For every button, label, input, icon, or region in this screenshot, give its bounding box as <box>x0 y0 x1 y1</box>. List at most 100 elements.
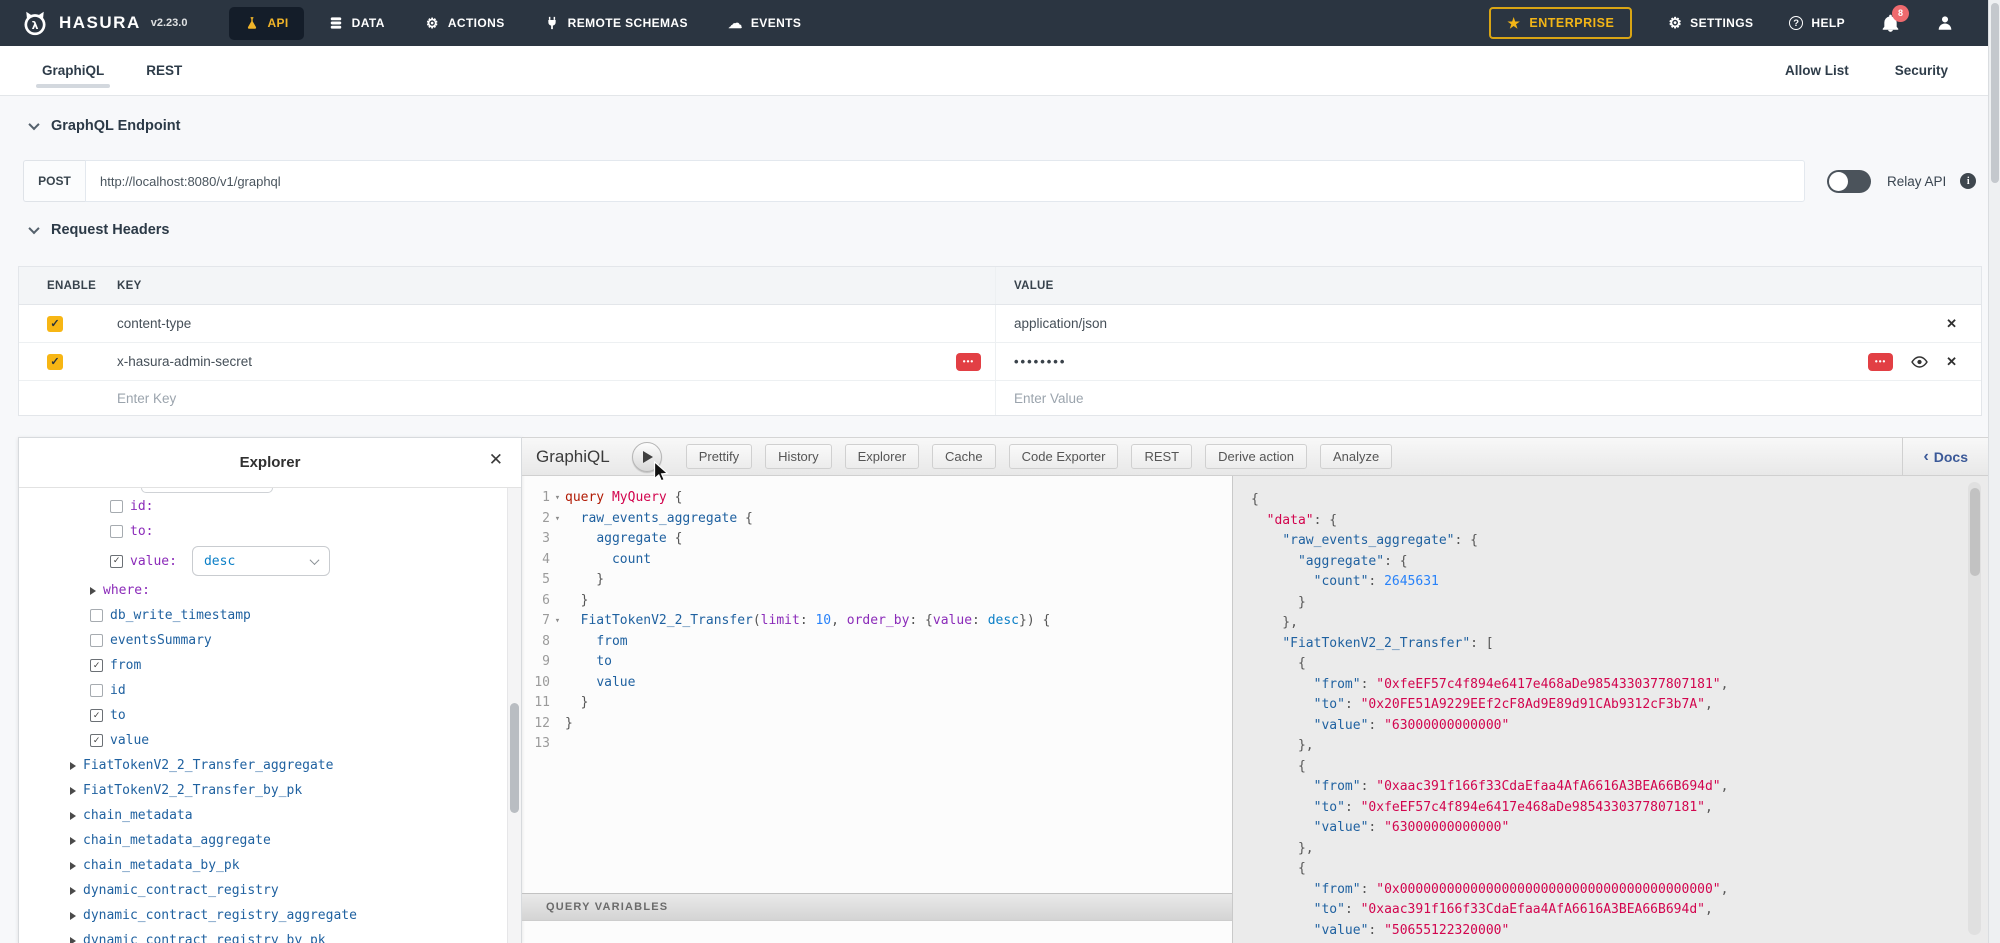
nav-item-events[interactable]: ☁EVENTS <box>713 7 816 40</box>
tab-rest[interactable]: REST <box>144 48 184 93</box>
field-checkbox[interactable] <box>110 525 123 538</box>
analyze-button[interactable]: Analyze <box>1320 444 1392 469</box>
explorer-item-label[interactable]: to: <box>130 524 153 539</box>
field-checkbox[interactable]: ✓ <box>90 734 103 747</box>
explorer-button[interactable]: Explorer <box>845 444 919 469</box>
notifications-button[interactable]: 8 <box>1881 14 1900 33</box>
password-manager-icon[interactable]: ••• <box>1868 353 1893 371</box>
explorer-scrollbar[interactable] <box>507 488 521 943</box>
expand-arrow-icon[interactable] <box>70 937 76 943</box>
explorer-item-label[interactable]: to <box>110 708 126 723</box>
explorer-item-label[interactable]: id <box>110 683 126 698</box>
enum-select[interactable]: desc <box>192 546 330 576</box>
link-security[interactable]: Security <box>1895 63 1948 78</box>
expand-arrow-icon[interactable] <box>70 862 76 870</box>
header-value[interactable]: application/json <box>1014 316 1107 331</box>
scrollbar-thumb[interactable] <box>1991 3 1999 183</box>
new-header-key-input[interactable]: Enter Key <box>117 391 176 406</box>
explorer-item-label[interactable]: FiatTokenV2_2_Transfer_by_pk <box>83 783 302 798</box>
fold-marker-icon[interactable]: ▾ <box>550 611 565 632</box>
explorer-item-label[interactable]: where: <box>103 583 150 598</box>
fold-marker-icon[interactable] <box>550 529 565 550</box>
relay-api-toggle[interactable] <box>1827 170 1871 193</box>
explorer-item-label[interactable]: db_write_timestamp <box>110 608 251 623</box>
explorer-item-label[interactable]: dynamic_contract_registry_by_pk <box>83 933 326 943</box>
explorer-item-label[interactable]: dynamic_contract_registry_aggregate <box>83 908 357 923</box>
password-manager-icon[interactable]: ••• <box>956 353 981 371</box>
scrollbar-thumb[interactable] <box>510 703 519 813</box>
rest-button[interactable]: REST <box>1131 444 1192 469</box>
nav-item-api[interactable]: API <box>229 7 303 40</box>
cache-button[interactable]: Cache <box>932 444 996 469</box>
expand-arrow-icon[interactable] <box>70 887 76 895</box>
fold-marker-icon[interactable] <box>550 550 565 571</box>
explorer-item-label[interactable]: FiatTokenV2_2_Transfer_aggregate <box>83 758 333 773</box>
endpoint-url-input[interactable] <box>85 160 1805 202</box>
expand-arrow-icon[interactable] <box>90 587 96 595</box>
derive-action-button[interactable]: Derive action <box>1205 444 1307 469</box>
expand-arrow-icon[interactable] <box>70 912 76 920</box>
remove-header-icon[interactable]: ✕ <box>1946 316 1957 332</box>
header-enabled-checkbox[interactable]: ✓ <box>47 354 63 370</box>
explorer-item-label[interactable]: dynamic_contract_registry <box>83 883 279 898</box>
field-checkbox[interactable]: ✓ <box>90 709 103 722</box>
help-button[interactable]: ? HELP <box>1789 16 1845 30</box>
endpoint-section-header[interactable]: GraphQL Endpoint <box>30 118 180 134</box>
field-checkbox[interactable]: ✓ <box>90 659 103 672</box>
explorer-item-label[interactable]: chain_metadata_by_pk <box>83 858 240 873</box>
explorer-item-label[interactable]: chain_metadata <box>83 808 193 823</box>
new-header-value-input[interactable]: Enter Value <box>1014 391 1084 406</box>
info-icon[interactable]: i <box>1960 173 1976 189</box>
explorer-item-label[interactable]: chain_metadata_aggregate <box>83 833 271 848</box>
header-key[interactable]: content-type <box>117 316 191 331</box>
close-icon[interactable]: ✕ <box>489 451 503 468</box>
docs-link[interactable]: ‹ Docs <box>1902 438 1988 475</box>
explorer-item-label[interactable]: value <box>110 733 149 748</box>
explorer-item-label[interactable]: from <box>110 658 141 673</box>
history-button[interactable]: History <box>765 444 831 469</box>
tab-graphiql[interactable]: GraphiQL <box>40 48 106 93</box>
expand-arrow-icon[interactable] <box>70 837 76 845</box>
execute-query-button[interactable] <box>632 442 662 472</box>
query-variables-bar[interactable]: QUERY VARIABLES <box>522 893 1232 921</box>
field-checkbox[interactable]: ✓ <box>110 555 123 568</box>
header-enabled-checkbox[interactable]: ✓ <box>47 316 63 332</box>
fold-marker-icon[interactable] <box>550 570 565 591</box>
enterprise-button[interactable]: ★ ENTERPRISE <box>1489 7 1632 39</box>
fold-marker-icon[interactable]: ▾ <box>550 509 565 530</box>
field-checkbox[interactable] <box>90 609 103 622</box>
nav-item-data[interactable]: DATA <box>314 7 400 40</box>
user-menu-button[interactable] <box>1936 14 1954 32</box>
header-key[interactable]: x-hasura-admin-secret <box>117 354 252 369</box>
explorer-item-label[interactable]: eventsSummary <box>110 633 212 648</box>
prettify-button[interactable]: Prettify <box>686 444 752 469</box>
fold-marker-icon[interactable] <box>550 693 565 714</box>
expand-arrow-icon[interactable] <box>70 812 76 820</box>
header-value-masked[interactable]: •••••••• <box>1014 354 1066 369</box>
fold-marker-icon[interactable] <box>550 714 565 735</box>
fold-marker-icon[interactable] <box>550 652 565 673</box>
query-editor[interactable]: 1▾query MyQuery {2▾ raw_events_aggregate… <box>522 476 1232 943</box>
nav-item-remote-schemas[interactable]: REMOTE SCHEMAS <box>530 7 703 40</box>
fold-marker-icon[interactable] <box>550 632 565 653</box>
settings-button[interactable]: ⚙ SETTINGS <box>1668 16 1753 31</box>
link-allow-list[interactable]: Allow List <box>1785 63 1849 78</box>
expand-arrow-icon[interactable] <box>70 762 76 770</box>
code-exporter-button[interactable]: Code Exporter <box>1009 444 1119 469</box>
field-checkbox[interactable] <box>90 634 103 647</box>
explorer-item-label[interactable]: value: <box>130 554 177 569</box>
page-scrollbar[interactable] <box>1988 0 2000 943</box>
fold-marker-icon[interactable] <box>550 591 565 612</box>
eye-icon[interactable] <box>1911 355 1928 369</box>
request-headers-section-header[interactable]: Request Headers <box>30 222 169 238</box>
fold-marker-icon[interactable] <box>550 734 565 755</box>
nav-item-actions[interactable]: ⚙ACTIONS <box>410 7 520 40</box>
expand-arrow-icon[interactable] <box>70 787 76 795</box>
field-checkbox[interactable] <box>110 500 123 513</box>
fold-marker-icon[interactable]: ▾ <box>550 488 565 509</box>
fold-marker-icon[interactable] <box>550 673 565 694</box>
explorer-item-label[interactable]: id: <box>130 499 153 514</box>
scrollbar-thumb[interactable] <box>1970 488 1980 576</box>
field-checkbox[interactable] <box>90 684 103 697</box>
remove-header-icon[interactable]: ✕ <box>1946 354 1957 370</box>
